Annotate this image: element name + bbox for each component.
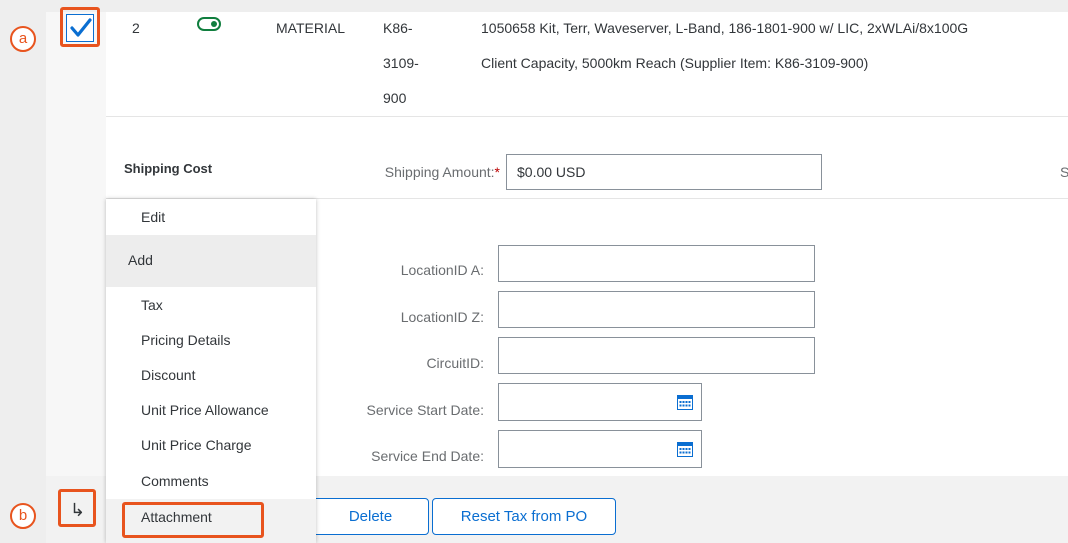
callout-a: a	[10, 26, 36, 52]
service-start-date-label: Service Start Date:	[366, 402, 485, 418]
attachment-highlight	[122, 502, 264, 538]
description-line2: Client Capacity, 5000km Reach (Supplier …	[481, 55, 869, 71]
toggle-knob	[211, 21, 217, 27]
row-type: MATERIAL	[276, 20, 345, 36]
row-number: 2	[132, 20, 140, 36]
shipping-cost-label: Shipping Cost	[124, 161, 213, 176]
reset-tax-button[interactable]: Reset Tax from PO	[432, 498, 616, 535]
service-start-date-input[interactable]	[498, 383, 702, 421]
toggle-on-icon[interactable]	[197, 17, 221, 31]
menu-item-unit-price-allowance[interactable]: Unit Price Allowance	[106, 392, 316, 428]
row-divider	[106, 116, 1068, 117]
actions-menu: Edit Add Tax Pricing Details Discount Un…	[106, 199, 316, 543]
location-a-label: LocationID A:	[400, 262, 484, 278]
row-selection-strip	[46, 0, 106, 543]
description-line1: 1050658 Kit, Terr, Waveserver, L-Band, 1…	[481, 20, 969, 36]
top-band	[46, 0, 1068, 12]
required-marker: *	[494, 164, 500, 180]
shipping-amount-label-text: Shipping Amount:	[384, 164, 495, 180]
calendar-icon[interactable]	[677, 441, 693, 457]
menu-item-discount[interactable]: Discount	[106, 357, 316, 392]
circuit-id-label: CircuitID:	[426, 355, 484, 371]
menu-item-pricing-details[interactable]: Pricing Details	[106, 322, 316, 357]
left-gutter	[0, 0, 46, 543]
menu-item-add[interactable]: Add	[106, 235, 316, 287]
callout-b: b	[10, 503, 36, 529]
menu-item-edit[interactable]: Edit	[106, 199, 316, 235]
location-z-input[interactable]	[498, 291, 815, 328]
row-checkbox[interactable]	[66, 14, 94, 42]
menu-item-tax[interactable]: Tax	[106, 287, 316, 322]
menu-item-comments[interactable]: Comments	[106, 463, 316, 499]
location-z-label: LocationID Z:	[400, 309, 484, 325]
calendar-icon[interactable]	[677, 394, 693, 410]
part-number-line3: 900	[383, 90, 407, 106]
circuit-id-input[interactable]	[498, 337, 815, 374]
clipped-label: S	[1060, 164, 1068, 180]
delete-button[interactable]: Delete	[312, 498, 429, 535]
checkmark-icon	[70, 18, 92, 37]
service-end-date-input[interactable]	[498, 430, 702, 468]
part-number-line2: 3109-	[383, 55, 419, 71]
part-number-line1: K86-	[383, 20, 413, 36]
arrow-highlight	[58, 489, 96, 527]
service-end-date-label: Service End Date:	[371, 448, 484, 464]
shipping-amount-field[interactable]: $0.00 USD	[506, 154, 822, 190]
shipping-amount-label: Shipping Amount:*	[340, 164, 500, 180]
location-a-input[interactable]	[498, 245, 815, 282]
menu-item-unit-price-charge[interactable]: Unit Price Charge	[106, 428, 316, 463]
